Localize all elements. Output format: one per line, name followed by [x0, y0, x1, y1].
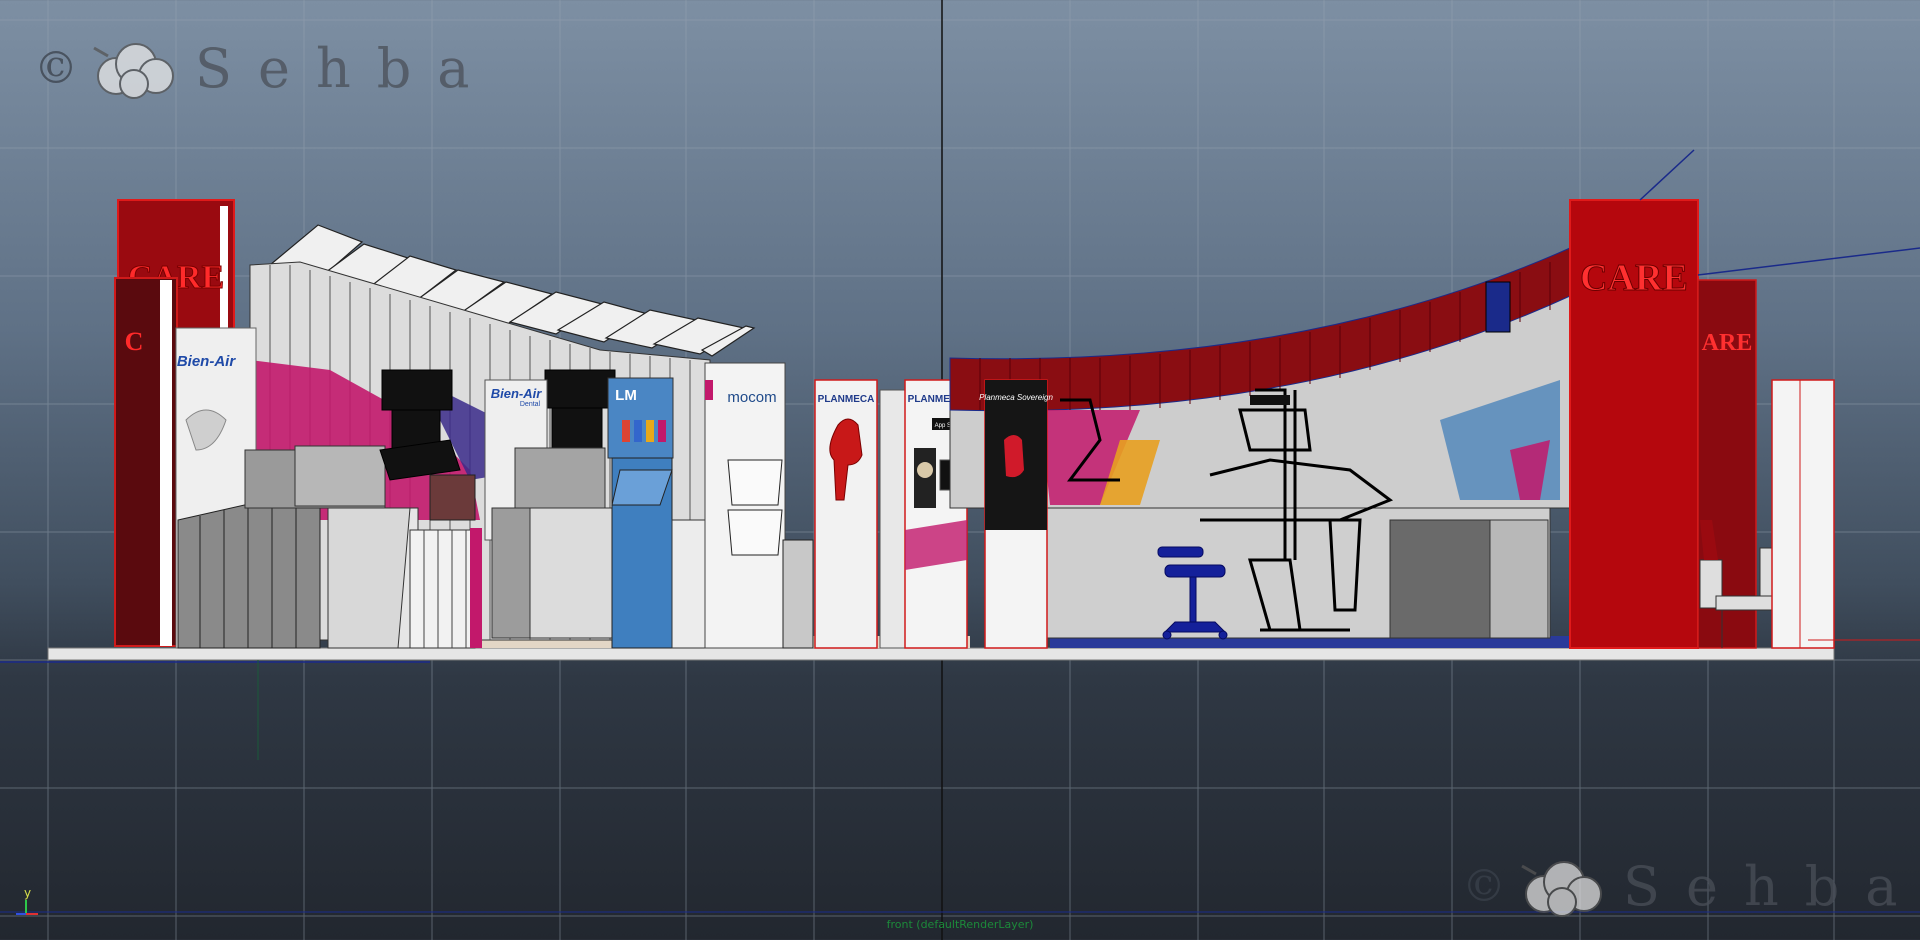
white-panel-right[interactable]	[1771, 379, 1835, 649]
cabinet-mid-side	[491, 507, 531, 639]
axis-y-label: y	[24, 886, 32, 900]
watermark-top-left: © Sehba	[34, 36, 496, 101]
watermark-bottom-right: © Sehba	[1462, 854, 1920, 919]
sovereign-logo: Planmeca Sovereign	[979, 393, 1053, 402]
axis-indicator: y	[10, 886, 40, 916]
mocom-drawer-1	[727, 459, 783, 506]
sovereign-chair-graphic	[1004, 435, 1024, 478]
copyright-symbol-2: ©	[1462, 861, 1506, 912]
cloud-logo-icon	[93, 43, 174, 99]
bienair-logo-2: Bien-Air	[491, 386, 543, 401]
viewport-grid: CARE C Bien-Air	[0, 0, 1920, 940]
bienair-sub-2: Dental	[520, 401, 541, 408]
monitor-box-left	[294, 445, 386, 507]
right-counter-end	[1489, 519, 1549, 639]
operating-light	[1250, 395, 1290, 405]
monitor-screen-left	[429, 474, 476, 521]
cloud-logo-icon-2	[1521, 861, 1602, 917]
pillar-left-front-stripe	[160, 280, 172, 646]
mocom-drawer-2	[727, 509, 783, 556]
copyright-symbol: ©	[34, 43, 78, 94]
guide-line-1	[1639, 149, 1695, 201]
viewport-front[interactable]: CARE C Bien-Air	[0, 0, 1920, 940]
mocom-accent	[705, 380, 713, 400]
mocom-logo: mocom	[727, 389, 776, 406]
camera-label: front (defaultRenderLayer)	[886, 918, 1034, 931]
monitor-box-mid	[514, 447, 606, 509]
watermark-text-2: Sehba	[1623, 855, 1920, 918]
side-chair	[782, 539, 814, 649]
magenta-accent-strip	[470, 528, 482, 648]
booth-floor[interactable]	[47, 647, 1835, 661]
skull-icon	[917, 462, 933, 478]
watermark-text: Sehba	[195, 37, 496, 100]
counter-white-mid	[409, 529, 476, 649]
speaker-box	[1485, 281, 1511, 333]
planmeca-logo-1: PLANMECA	[818, 394, 875, 405]
care-sign-right: CARE	[1580, 257, 1688, 299]
care-sign-left-small: C	[125, 327, 144, 356]
right-counter-dark	[1389, 519, 1491, 639]
guide-line-2	[1697, 247, 1920, 276]
care-sign-right-small: ARE	[1702, 330, 1753, 356]
bienair-logo: Bien-Air	[177, 353, 237, 370]
counter-angled-left	[327, 507, 411, 649]
lm-logo: LM	[615, 387, 637, 404]
small-cabinet	[671, 519, 708, 649]
divider-panel	[879, 389, 906, 649]
